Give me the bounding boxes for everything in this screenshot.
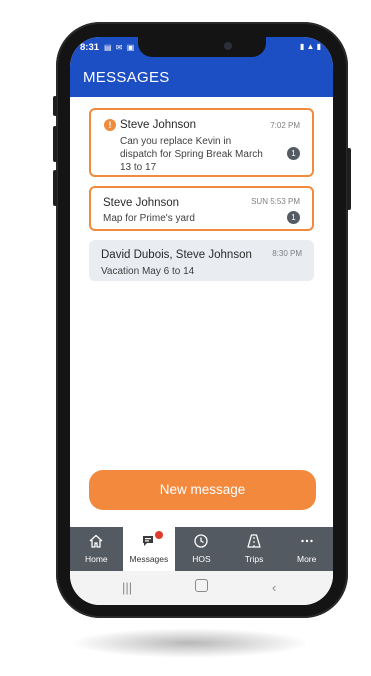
page-title: MESSAGES bbox=[83, 69, 170, 86]
tab-label: HOS bbox=[192, 554, 211, 564]
notification-icons: ▤ ✉ ▣ bbox=[104, 43, 136, 52]
app-header: MESSAGES bbox=[70, 59, 333, 97]
phone-side-button-right bbox=[347, 148, 351, 210]
back-icon[interactable]: ‹ bbox=[272, 580, 276, 595]
notification-dot bbox=[154, 531, 163, 539]
tab-label: Trips bbox=[244, 554, 264, 564]
tab-label: Messages bbox=[129, 554, 169, 564]
message-time: 8:30 PM bbox=[272, 249, 302, 258]
message-sender: Steve Johnson bbox=[120, 119, 197, 131]
unread-count-badge: 1 bbox=[287, 211, 300, 224]
message-item[interactable]: David Dubois, Steve Johnson 8:30 PM Vaca… bbox=[89, 240, 314, 281]
clock-icon bbox=[194, 534, 209, 548]
tab-messages[interactable]: Messages bbox=[122, 527, 176, 571]
tab-more[interactable]: More bbox=[280, 527, 333, 571]
tab-trips[interactable]: Trips bbox=[228, 527, 281, 571]
system-nav-bar: ||| ‹ bbox=[70, 571, 333, 605]
tab-hos[interactable]: HOS bbox=[175, 527, 228, 571]
camera-notch bbox=[138, 37, 266, 57]
phone-side-button-left-2 bbox=[53, 126, 57, 162]
road-icon bbox=[247, 534, 261, 548]
status-time: 8:31 bbox=[80, 42, 100, 53]
message-time: SUN 5:53 PM bbox=[251, 197, 300, 206]
phone-side-button-left-3 bbox=[53, 170, 57, 206]
recent-apps-icon[interactable]: ||| bbox=[122, 580, 132, 595]
message-item[interactable]: Steve Johnson SUN 5:53 PM Map for Prime'… bbox=[89, 186, 314, 231]
message-preview: Map for Prime's yard bbox=[103, 213, 195, 224]
home-button-icon[interactable] bbox=[195, 579, 208, 592]
new-message-button[interactable]: New message bbox=[89, 470, 316, 510]
message-preview: Vacation May 6 to 14 bbox=[101, 266, 195, 277]
tab-label: Home bbox=[84, 554, 108, 564]
bottom-tab-bar: Home Messages HOS Trips More bbox=[70, 527, 333, 571]
unread-count-badge: 1 bbox=[287, 147, 300, 160]
message-sender: David Dubois, Steve Johnson bbox=[101, 249, 252, 261]
message-item[interactable]: ! Steve Johnson 7:02 PM Can you replace … bbox=[89, 108, 314, 177]
alert-icon: ! bbox=[104, 119, 116, 131]
phone-side-button-left bbox=[53, 96, 57, 116]
message-sender: Steve Johnson bbox=[103, 197, 180, 209]
tab-home[interactable]: Home bbox=[70, 527, 123, 571]
message-time: 7:02 PM bbox=[270, 121, 300, 130]
more-icon bbox=[300, 539, 313, 543]
camera-icon bbox=[224, 42, 232, 50]
phone-shadow bbox=[70, 628, 310, 658]
phone-screen: 8:31 ▤ ✉ ▣ ▮ ▲ ▮ MESSAGES ! Steve Johnso… bbox=[70, 37, 333, 605]
signal-battery-icons: ▮ ▲ ▮ bbox=[299, 42, 321, 51]
message-preview: Can you replace Kevin in dispatch for Sp… bbox=[120, 136, 263, 173]
home-icon bbox=[89, 534, 103, 548]
tab-label: More bbox=[296, 554, 317, 564]
